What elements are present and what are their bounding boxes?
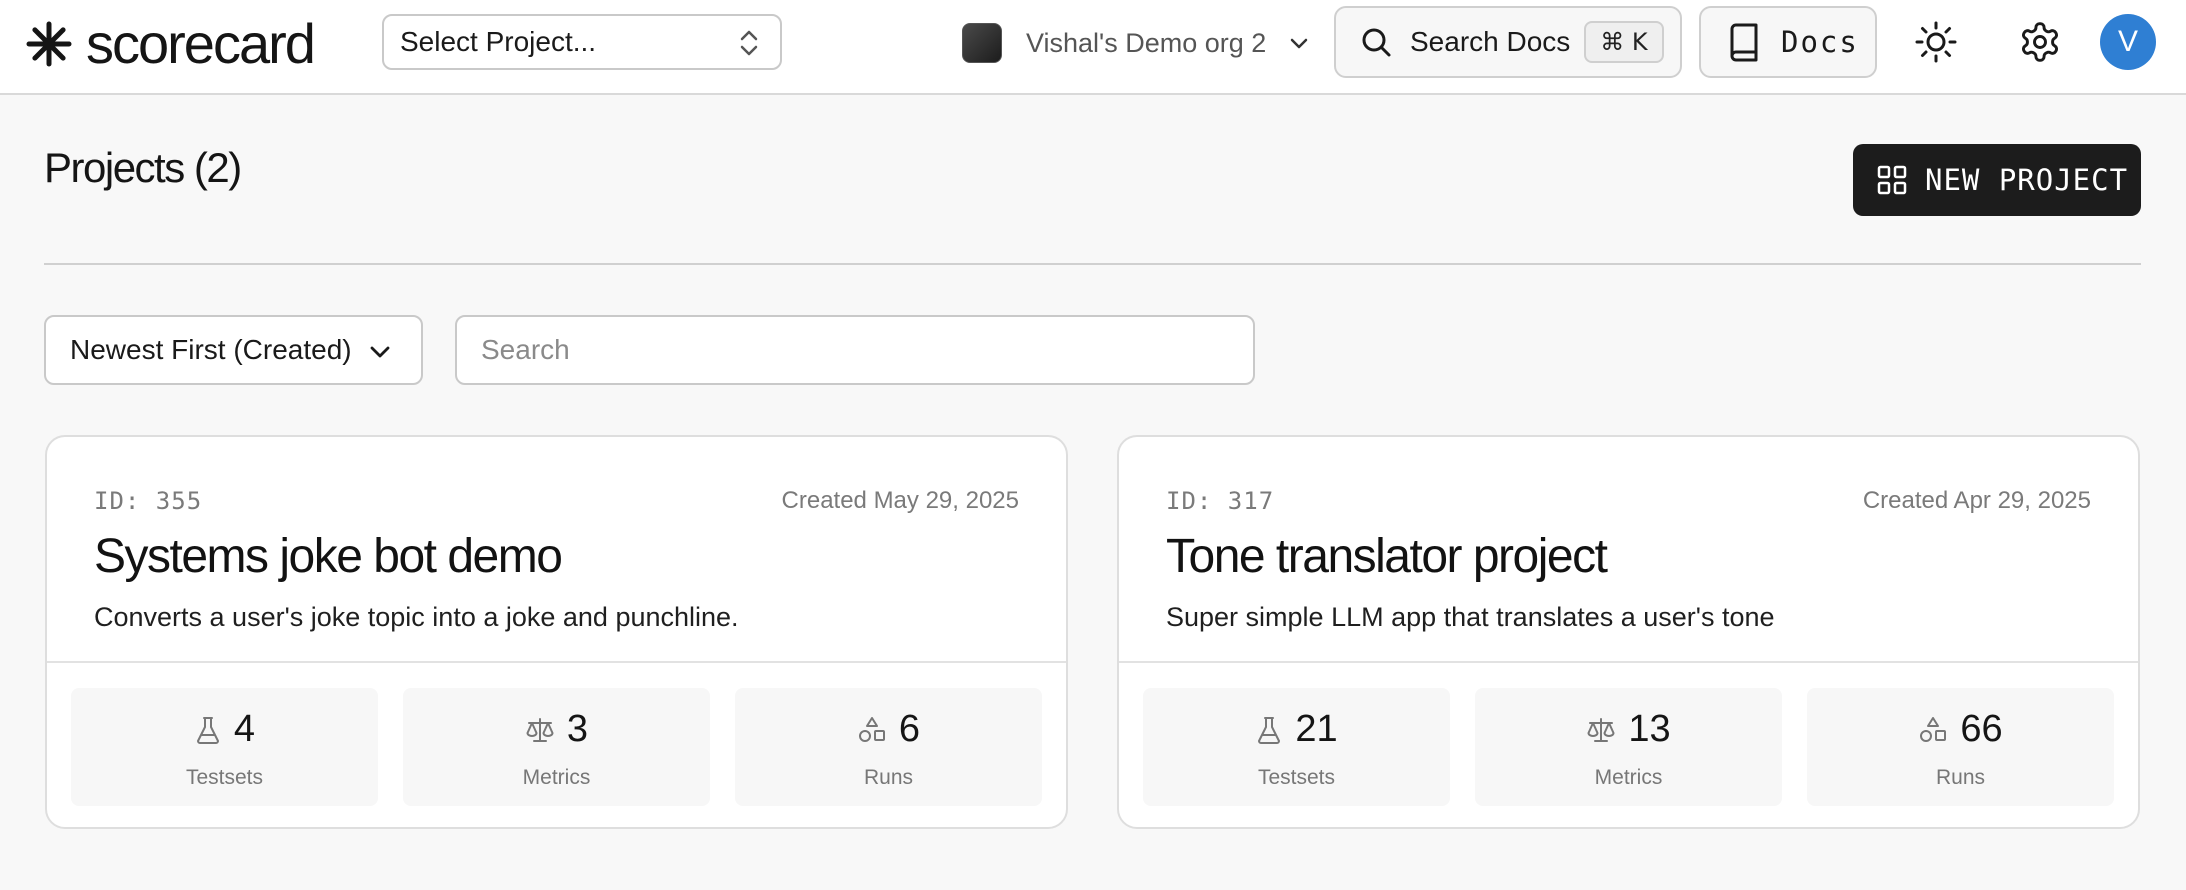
card-divider (47, 661, 1066, 663)
stat-label: Testsets (1257, 766, 1336, 789)
scale-icon (1587, 717, 1615, 742)
chevron-down-icon (370, 346, 390, 358)
project-created-date: Created May 29, 2025 (781, 487, 1019, 514)
project-card[interactable]: ID: 317 Created Apr 29, 2025 Tone transl… (1117, 435, 2140, 829)
book-icon (1730, 23, 1758, 62)
project-created-date: Created Apr 29, 2025 (1862, 487, 2091, 514)
sort-select-value: Newest First (Created) (70, 334, 352, 365)
project-description: Super simple LLM app that translates a u… (1166, 602, 1775, 632)
search-docs-label: Search Docs (1410, 26, 1571, 57)
flask-icon (196, 716, 219, 744)
org-name: Vishal's Demo org 2 (1026, 27, 1267, 58)
search-icon (1362, 28, 1391, 57)
stat-metrics[interactable]: 3 Metrics (403, 688, 710, 806)
theme-toggle-button[interactable] (1914, 20, 1958, 64)
scale-icon (526, 717, 554, 742)
stat-label: Metrics (522, 766, 591, 789)
stat-value: 66 (1960, 708, 2003, 750)
new-project-label: NEW PROJECT (1925, 163, 2129, 197)
project-card[interactable]: ID: 355 Created May 29, 2025 Systems jok… (45, 435, 1068, 829)
settings-button[interactable] (2018, 20, 2062, 64)
stat-label: Runs (1935, 766, 1986, 789)
project-title[interactable]: Systems joke bot demo (94, 529, 563, 584)
project-id: ID: 317 (1166, 487, 1275, 515)
top-navbar: scorecard Select Project... Vishal's Dem… (0, 0, 2186, 95)
shapes-icon (858, 716, 885, 742)
project-title[interactable]: Tone translator project (1166, 529, 1608, 584)
card-divider (1119, 661, 2138, 663)
search-docs-button[interactable]: Search Docs ⌘ K (1334, 6, 1682, 78)
asterisk-logo-icon (26, 21, 72, 67)
section-divider (44, 263, 2141, 265)
stat-label: Metrics (1594, 766, 1663, 789)
logo-wordmark: scorecard (86, 12, 316, 75)
stat-testsets[interactable]: 4 Testsets (71, 688, 378, 806)
gear-icon (2022, 22, 2058, 62)
docs-button[interactable]: Docs (1699, 6, 1877, 78)
project-id: ID: 355 (94, 487, 203, 515)
stat-value: 3 (566, 708, 589, 750)
org-switcher[interactable]: Vishal's Demo org 2 (962, 22, 1310, 64)
shapes-icon (1920, 716, 1947, 742)
sun-icon (1915, 21, 1957, 63)
chevron-up-down-icon (740, 30, 758, 56)
keyboard-shortcut-badge: ⌘ K (1584, 21, 1664, 63)
project-select-label: Select Project... (400, 26, 597, 57)
sort-select[interactable]: Newest First (Created) (44, 315, 423, 385)
flask-icon (1258, 716, 1281, 744)
stat-metrics[interactable]: 13 Metrics (1475, 688, 1782, 806)
page-title: Projects (2) (44, 144, 242, 191)
stat-value: 6 (898, 708, 921, 750)
docs-label: Docs (1781, 25, 1859, 59)
org-avatar (962, 23, 1002, 63)
stat-testsets[interactable]: 21 Testsets (1143, 688, 1450, 806)
stat-value: 4 (233, 708, 256, 750)
user-avatar[interactable]: V (2100, 14, 2156, 70)
new-project-button[interactable]: NEW PROJECT (1853, 144, 2141, 216)
stat-value: 13 (1628, 708, 1671, 750)
stat-value: 21 (1295, 708, 1338, 750)
stat-runs[interactable]: 6 Runs (735, 688, 1042, 806)
project-description: Converts a user's joke topic into a joke… (94, 602, 739, 632)
stat-runs[interactable]: 66 Runs (1807, 688, 2114, 806)
search-input[interactable] (455, 315, 1255, 385)
stat-label: Runs (863, 766, 914, 789)
stat-label: Testsets (185, 766, 264, 789)
grid-plus-icon (1877, 165, 1907, 195)
project-select[interactable]: Select Project... (382, 14, 782, 70)
scorecard-logo[interactable]: scorecard (26, 12, 316, 75)
chevron-down-icon (1291, 38, 1308, 49)
